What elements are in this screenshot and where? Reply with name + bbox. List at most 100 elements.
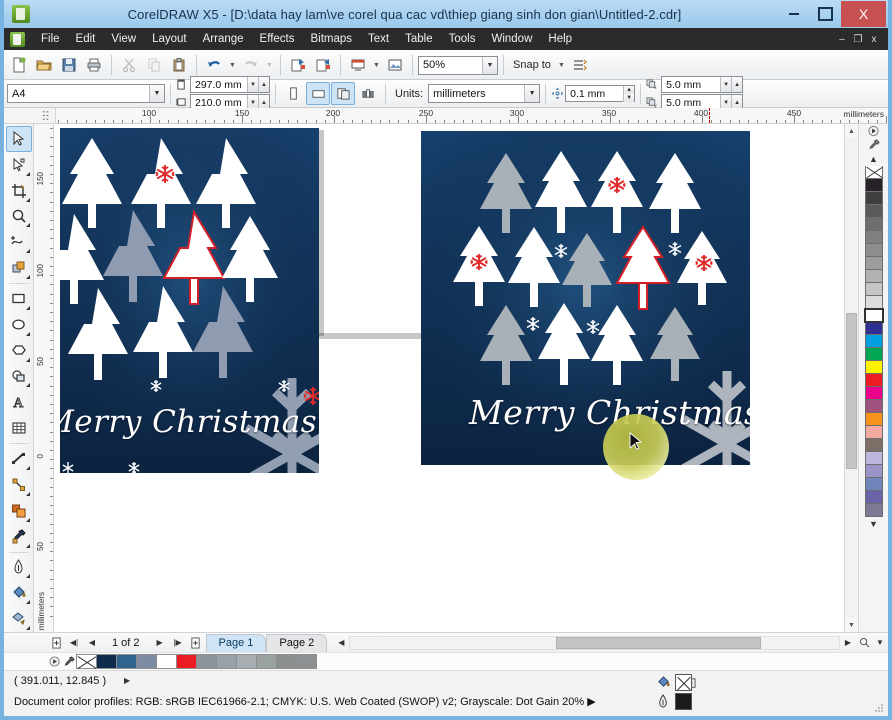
hscroll-track[interactable] — [349, 635, 840, 650]
flyout-arrow[interactable] — [25, 383, 30, 388]
first-page-button[interactable]: ◀| — [66, 635, 82, 651]
pick-tool[interactable] — [5, 126, 32, 152]
coordinates-expand-arrow[interactable]: ▶ — [124, 676, 130, 685]
redo-button[interactable] — [239, 54, 263, 77]
fill-bucket-icon[interactable] — [656, 675, 671, 690]
page-width-up-arrow[interactable]: ▲ — [258, 77, 269, 92]
flyout-arrow[interactable] — [25, 600, 30, 605]
flyout-arrow[interactable] — [25, 197, 30, 202]
zoom-button[interactable] — [856, 635, 872, 651]
scroll-right-button[interactable]: ▶ — [840, 635, 856, 651]
menu-layout[interactable]: Layout — [144, 28, 195, 50]
corel-online-button[interactable] — [383, 54, 407, 77]
next-page-button[interactable]: ▶ — [152, 635, 168, 651]
doc-swatch-grey-6[interactable] — [296, 654, 317, 669]
menu-bitmaps[interactable]: Bitmaps — [302, 28, 360, 50]
snap-to-dropdown-arrow[interactable]: ▼ — [556, 62, 567, 69]
swatch-indigo[interactable] — [864, 491, 883, 504]
duplicate-x-down-arrow[interactable]: ▼ — [720, 77, 732, 92]
ellipse-tool[interactable] — [6, 312, 32, 338]
menu-view[interactable]: View — [103, 28, 144, 50]
flyout-arrow[interactable] — [25, 249, 30, 254]
scroll-track-upper[interactable] — [845, 138, 859, 313]
swatch-grey-70[interactable] — [864, 218, 883, 231]
eyedropper-icon[interactable] — [62, 655, 76, 669]
scroll-track-lower[interactable] — [845, 469, 859, 618]
doc-swatch-grey-5[interactable] — [276, 654, 297, 669]
copy-button[interactable] — [142, 54, 166, 77]
vertical-ruler[interactable]: 150 100 50 0 50 millimeters — [34, 124, 54, 632]
scroll-up-button[interactable]: ▲ — [844, 124, 859, 138]
flyout-arrow[interactable] — [25, 517, 30, 522]
current-page-button[interactable] — [356, 82, 380, 105]
window-close-button[interactable]: X — [841, 1, 886, 27]
window-maximize-button[interactable] — [810, 4, 840, 24]
eyedropper-icon[interactable] — [865, 138, 883, 152]
doc-swatch-steel-blue[interactable] — [116, 654, 137, 669]
menu-file[interactable]: File — [33, 28, 68, 50]
landscape-orientation-button[interactable] — [306, 82, 330, 105]
flyout-arrow[interactable] — [25, 543, 30, 548]
scroll-left-button[interactable]: ◀ — [333, 635, 349, 651]
import-button[interactable] — [286, 54, 310, 77]
swatch-grey-80[interactable] — [864, 205, 883, 218]
blend-tool[interactable] — [6, 498, 32, 524]
outline-tool[interactable] — [6, 555, 32, 581]
menu-tools[interactable]: Tools — [441, 28, 484, 50]
menu-table[interactable]: Table — [397, 28, 441, 50]
ruler-corner-button[interactable] — [4, 108, 56, 124]
swatch-steel-blue[interactable] — [864, 478, 883, 491]
document-icon[interactable] — [10, 31, 25, 47]
flyout-arrow[interactable] — [25, 465, 30, 470]
doc-swatch-grey-3[interactable] — [236, 654, 257, 669]
new-document-button[interactable] — [7, 54, 31, 77]
smart-fill-tool[interactable] — [6, 255, 32, 281]
export-button[interactable] — [311, 54, 335, 77]
application-launcher-dropdown-arrow[interactable]: ▼ — [371, 62, 382, 69]
flyout-arrow[interactable] — [25, 331, 30, 336]
page-tab-1[interactable]: Page 1 — [205, 633, 267, 652]
document-restore-button[interactable]: ❐ — [850, 34, 866, 45]
christmas-card-page-1[interactable]: Merry Christmas — [60, 128, 319, 473]
swatch-grey-30[interactable] — [864, 270, 883, 283]
menu-help[interactable]: Help — [540, 28, 580, 50]
swatch-no-color[interactable] — [864, 166, 883, 179]
swatch-black[interactable] — [864, 179, 883, 192]
dimension-tool[interactable] — [6, 446, 32, 472]
basic-shapes-tool[interactable] — [6, 364, 32, 390]
doc-swatch-grey-1[interactable] — [196, 654, 217, 669]
flyout-arrow[interactable] — [25, 357, 30, 362]
duplicate-x-up-arrow[interactable]: ▲ — [731, 77, 743, 92]
document-minimize-button[interactable]: – — [834, 34, 850, 45]
flyout-arrow[interactable] — [25, 491, 30, 496]
menu-effects[interactable]: Effects — [252, 28, 303, 50]
menu-window[interactable]: Window — [483, 28, 540, 50]
outline-pen-icon[interactable] — [656, 694, 671, 709]
color-eyedropper-tool[interactable] — [6, 524, 32, 550]
flyout-arrow[interactable] — [25, 171, 30, 176]
crop-tool[interactable] — [6, 178, 32, 204]
options-button[interactable] — [568, 54, 592, 77]
rectangle-tool[interactable] — [6, 286, 32, 312]
undo-button[interactable] — [202, 54, 226, 77]
print-button[interactable] — [82, 54, 106, 77]
redo-dropdown-arrow[interactable]: ▼ — [264, 62, 275, 69]
chevron-down-icon[interactable]: ▼ — [482, 56, 497, 74]
swatch-green[interactable] — [864, 348, 883, 361]
chevron-down-icon[interactable]: ▼ — [524, 85, 540, 102]
canvas-desktop[interactable]: Merry Christmas Merry Christmas — [54, 124, 844, 632]
fill-color-swatch[interactable] — [675, 674, 692, 691]
polygon-tool[interactable] — [6, 338, 32, 364]
nudge-down-arrow[interactable]: ▼ — [623, 93, 635, 102]
zoom-level-combo[interactable]: 50% ▼ — [418, 55, 498, 75]
prev-page-button[interactable]: ◀ — [84, 635, 100, 651]
swatch-yellow[interactable] — [864, 361, 883, 374]
application-launcher-button[interactable] — [346, 54, 370, 77]
menu-arrange[interactable]: Arrange — [195, 28, 252, 50]
flyout-arrow[interactable] — [25, 626, 30, 631]
palette-menu-icon[interactable] — [865, 124, 883, 138]
horizontal-ruler[interactable]: 100 150 200 250 300 350 400 450 millimet… — [56, 108, 888, 124]
swatch-purple-rose[interactable] — [864, 400, 883, 413]
fill-tool[interactable] — [6, 580, 32, 606]
page-tab-2[interactable]: Page 2 — [266, 633, 328, 652]
